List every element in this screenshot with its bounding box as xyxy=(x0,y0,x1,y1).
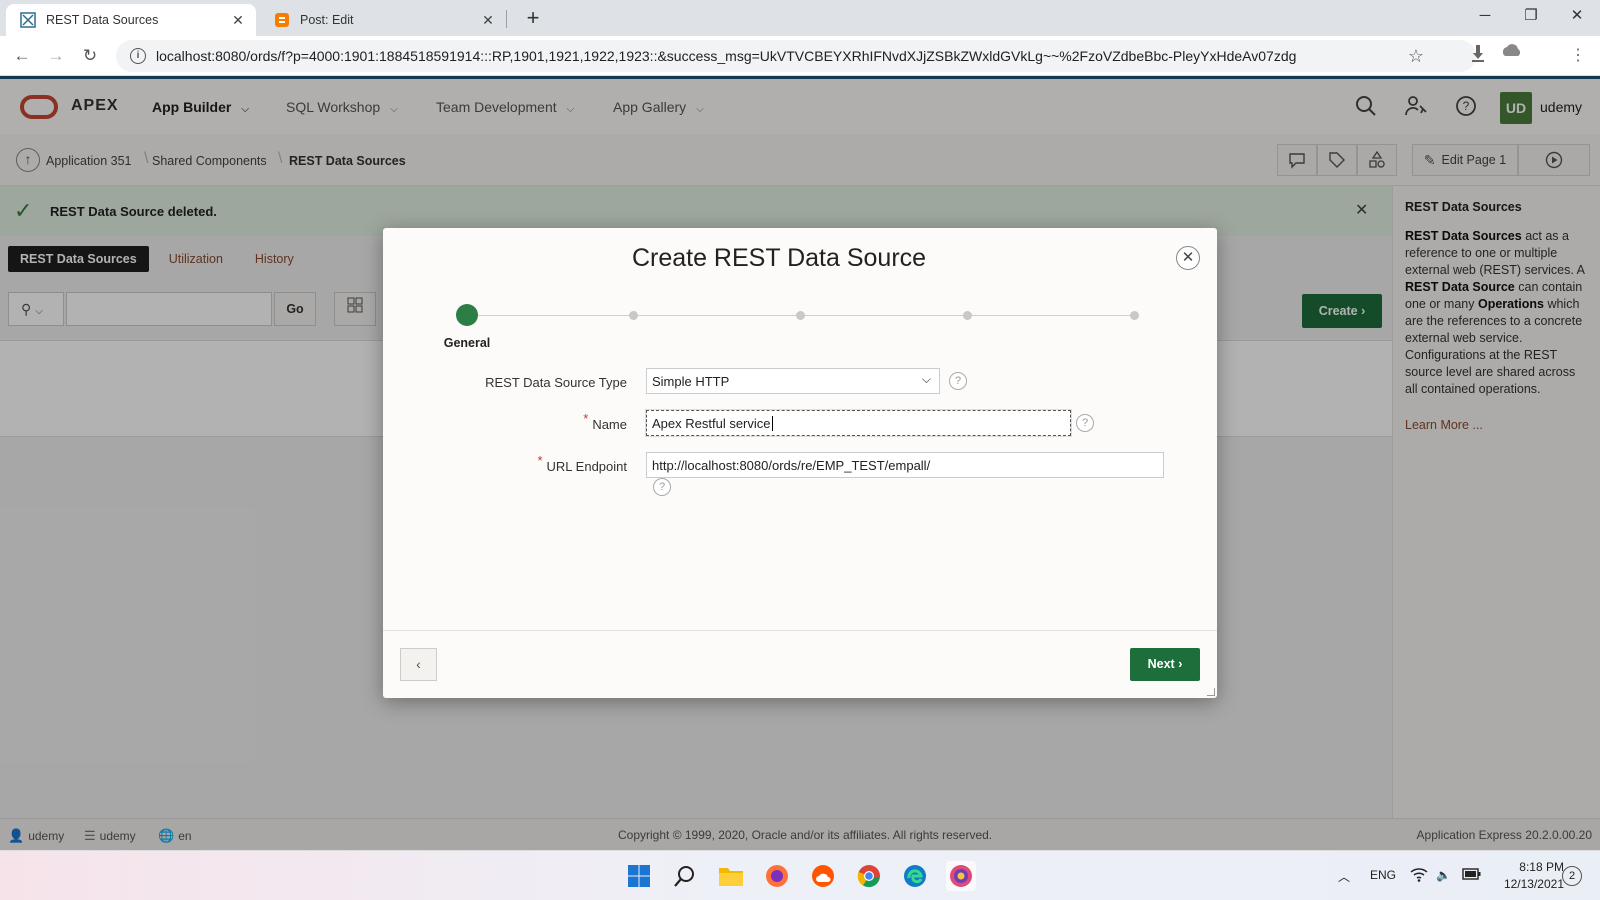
new-tab-button[interactable]: + xyxy=(520,6,546,32)
tray-chevron-up-icon[interactable]: ︿ xyxy=(1338,868,1350,885)
notification-badge[interactable]: 2 xyxy=(1562,866,1582,886)
chrome-icon[interactable] xyxy=(854,861,884,891)
next-label: Next xyxy=(1147,657,1175,671)
previous-button[interactable]: ‹ xyxy=(400,648,437,681)
address-bar: ← → ↻ i localhost:8080/ords/f?p=4000:190… xyxy=(0,36,1600,76)
url-omnibox[interactable]: i localhost:8080/ords/f?p=4000:1901:1884… xyxy=(116,40,1476,72)
browser-tab-post-edit[interactable]: Post: Edit ✕ xyxy=(260,4,506,36)
clock-date: 12/13/2021 xyxy=(1503,877,1564,891)
url-endpoint-field[interactable]: http://localhost:8080/ords/re/EMP_TEST/e… xyxy=(646,452,1164,478)
chevron-down-icon: ⌵ xyxy=(921,372,931,386)
wizard-progress: General xyxy=(383,298,1217,350)
close-tab-icon[interactable]: ✕ xyxy=(230,12,246,29)
required-asterisk: * xyxy=(583,411,589,426)
wizard-step-label: General xyxy=(443,336,491,350)
browser-tab-rest-data-sources[interactable]: REST Data Sources ✕ xyxy=(6,4,256,36)
browser-tab-bar: REST Data Sources ✕ Post: Edit ✕ + ─ ❐ ✕ xyxy=(0,0,1600,36)
taskbar-search-icon[interactable] xyxy=(670,861,700,891)
name-label: * Name xyxy=(583,411,627,432)
soundcloud-icon[interactable] xyxy=(808,861,838,891)
name-field[interactable]: Apex Restful service xyxy=(645,409,1072,437)
minimize-icon[interactable]: ─ xyxy=(1462,0,1508,32)
field-row-name: * Name Apex Restful service ? xyxy=(383,409,1217,440)
required-asterisk: * xyxy=(537,453,543,468)
chevron-right-icon: › xyxy=(1178,657,1183,671)
bookmark-star-icon[interactable]: ☆ xyxy=(1408,46,1424,67)
field-row-type: REST Data Source Type Simple HTTP ⌵ ? xyxy=(383,368,1217,398)
url-endpoint-label: * URL Endpoint xyxy=(537,453,627,474)
apex-favicon-icon xyxy=(20,12,36,28)
dialog-title: Create REST Data Source xyxy=(631,244,927,272)
close-window-icon[interactable]: ✕ xyxy=(1554,0,1600,32)
wizard-step-general xyxy=(456,304,478,326)
type-select-value: Simple HTTP xyxy=(652,374,730,389)
wifi-icon[interactable] xyxy=(1410,868,1428,885)
url-endpoint-label-text: URL Endpoint xyxy=(546,459,627,474)
extension-icon[interactable] xyxy=(1500,44,1524,68)
windows-start-icon[interactable] xyxy=(624,861,654,891)
type-label: REST Data Source Type xyxy=(485,375,627,390)
taskbar-clock[interactable]: 8:18 PM 12/13/2021 xyxy=(1494,859,1564,893)
file-explorer-icon[interactable] xyxy=(716,861,746,891)
edge-icon[interactable] xyxy=(900,861,930,891)
screen-recorder-icon[interactable] xyxy=(946,861,976,891)
tray-language[interactable]: ENG xyxy=(1370,868,1396,882)
url-text: localhost:8080/ords/f?p=4000:1901:188451… xyxy=(156,48,1297,64)
firefox-icon[interactable] xyxy=(762,861,792,891)
forward-icon[interactable]: → xyxy=(42,42,70,70)
windows-taskbar: ︿ ENG 🔈 8:18 PM 12/13/2021 2 xyxy=(0,850,1600,900)
close-tab-icon[interactable]: ✕ xyxy=(480,12,496,29)
restore-icon[interactable]: ❐ xyxy=(1508,0,1554,32)
tab-divider xyxy=(506,10,507,28)
site-info-icon[interactable]: i xyxy=(130,48,146,64)
wizard-step xyxy=(963,311,972,320)
download-icon[interactable] xyxy=(1466,44,1490,68)
back-icon[interactable]: ← xyxy=(8,42,36,70)
help-icon[interactable]: ? xyxy=(949,372,967,390)
wizard-step xyxy=(629,311,638,320)
dialog-footer: ‹ Next › xyxy=(383,630,1217,698)
blogger-favicon-icon xyxy=(274,12,290,28)
resize-handle[interactable] xyxy=(1207,688,1215,696)
reload-icon[interactable]: ↻ xyxy=(76,42,104,70)
name-field-value: Apex Restful service xyxy=(652,416,771,431)
tab-label: REST Data Sources xyxy=(46,13,159,27)
next-button[interactable]: Next › xyxy=(1130,648,1200,681)
tab-label: Post: Edit xyxy=(300,13,354,27)
browser-menu-icon[interactable]: ⋮ xyxy=(1566,44,1590,68)
volume-icon[interactable]: 🔈 xyxy=(1436,868,1451,882)
wizard-step xyxy=(1130,311,1139,320)
help-icon[interactable]: ? xyxy=(653,478,671,496)
text-cursor xyxy=(771,416,773,431)
clock-time: 8:18 PM xyxy=(1519,860,1564,874)
window-controls: ─ ❐ ✕ xyxy=(1462,0,1600,32)
battery-icon[interactable] xyxy=(1462,868,1482,883)
wizard-step xyxy=(796,311,805,320)
rest-data-source-type-select[interactable]: Simple HTTP ⌵ xyxy=(646,368,940,394)
help-icon[interactable]: ? xyxy=(1076,414,1094,432)
create-rest-data-source-dialog: Create REST Data Source ✕ General REST D… xyxy=(383,228,1217,698)
name-label-text: Name xyxy=(592,417,627,432)
field-row-url: * URL Endpoint http://localhost:8080/ords… xyxy=(383,452,1217,482)
dialog-close-icon[interactable]: ✕ xyxy=(1176,246,1200,270)
